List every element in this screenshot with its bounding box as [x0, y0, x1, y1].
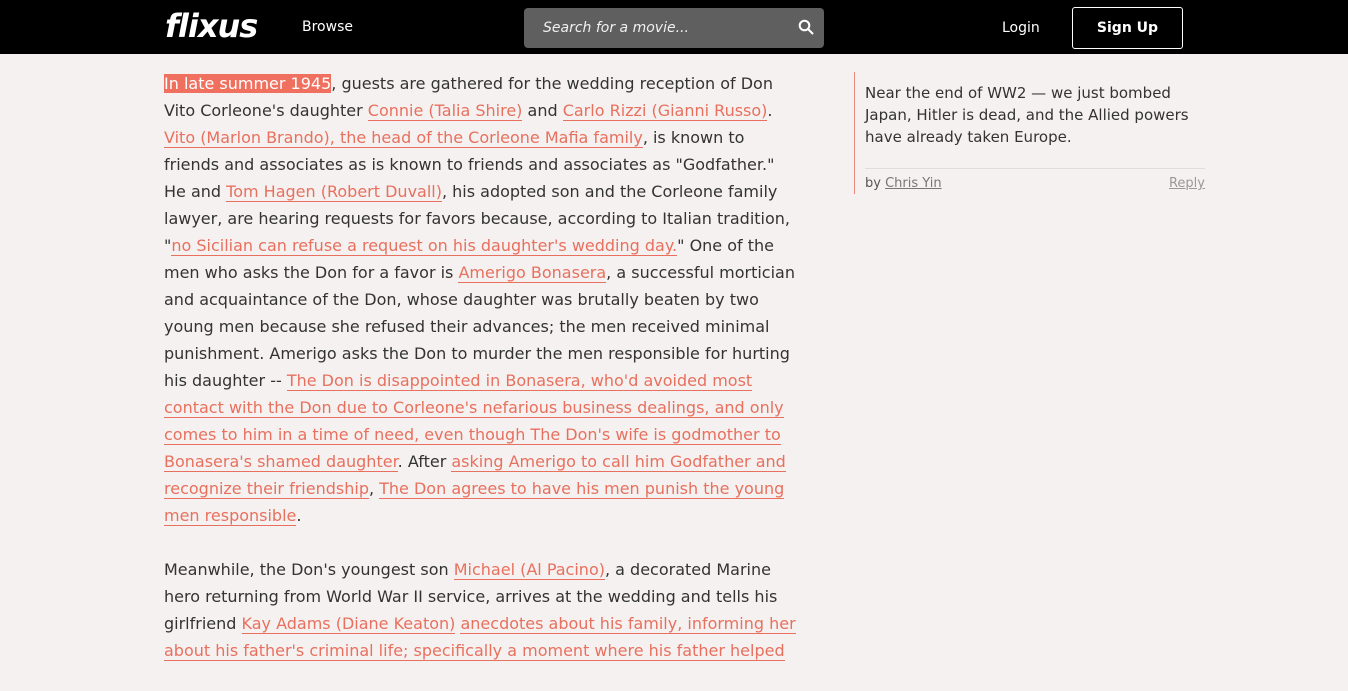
comment-divider [865, 168, 1205, 169]
comment-byline: by Chris Yin [865, 175, 942, 193]
annotation-link[interactable]: Connie (Talia Shire) [367, 101, 523, 121]
flixus-logo[interactable]: flixus [165, 6, 258, 46]
annotation-link[interactable]: no Sicilian can refuse a request on his … [171, 236, 678, 256]
annotation-link[interactable]: Tom Hagen (Robert Duvall) [226, 182, 442, 202]
annotation-comment: Near the end of WW2 — we just bombed Jap… [854, 72, 1205, 194]
article-text: , [368, 479, 380, 498]
search-box [524, 8, 824, 48]
annotation-link[interactable]: Carlo Rizzi (Gianni Russo) [562, 101, 768, 121]
comment-author-link[interactable]: Chris Yin [885, 176, 942, 191]
plot-article: In late summer 1945, guests are gathered… [164, 70, 799, 691]
login-link[interactable]: Login [1002, 18, 1040, 38]
annotation-link[interactable]: Vito (Marlon Brando), the head of the Co… [164, 128, 643, 148]
article-paragraph: Meanwhile, the Don's youngest son Michae… [164, 556, 799, 664]
comment-text: Near the end of WW2 — we just bombed Jap… [865, 84, 1189, 146]
article-paragraph: In late summer 1945, guests are gathered… [164, 70, 799, 529]
signup-button[interactable]: Sign Up [1072, 7, 1183, 49]
reply-link[interactable]: Reply [1169, 175, 1205, 193]
annotation-link[interactable]: Kay Adams (Diane Keaton) [241, 614, 456, 634]
search-input[interactable] [524, 8, 784, 48]
annotation-link[interactable]: Amerigo Bonasera [458, 263, 607, 283]
annotation-link[interactable]: Michael (Al Pacino) [453, 560, 605, 580]
browse-link[interactable]: Browse [302, 17, 353, 37]
by-label: by [865, 176, 881, 191]
article-text: and [522, 101, 563, 120]
article-text: . [767, 101, 773, 120]
highlighted-annotation[interactable]: In late summer 1945 [164, 74, 332, 93]
search-icon[interactable] [798, 19, 814, 35]
article-text: Meanwhile, the Don's youngest son [164, 560, 454, 579]
article-text: . After [397, 452, 452, 471]
top-navbar: flixus Browse Login Sign Up [0, 0, 1348, 54]
article-text: . [296, 506, 302, 525]
